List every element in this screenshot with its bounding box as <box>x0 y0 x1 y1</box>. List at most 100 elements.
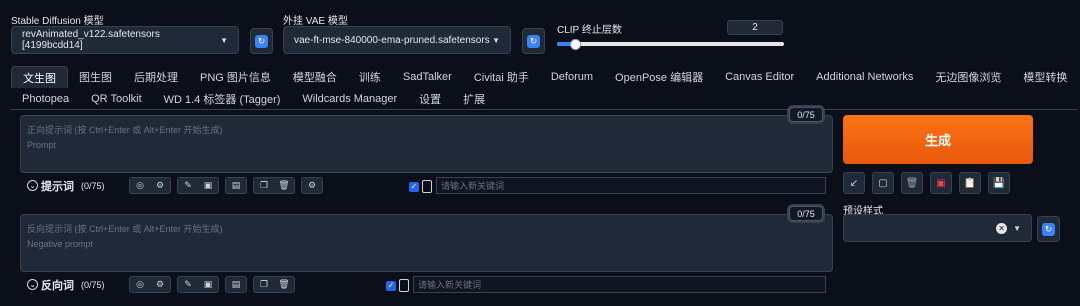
clip-slider-track[interactable] <box>557 42 784 46</box>
gear-icon[interactable]: ⚙ <box>302 178 322 193</box>
keyword-toggle-icon[interactable] <box>422 180 432 193</box>
clear-selection-icon[interactable]: ✕ <box>996 222 1008 234</box>
tab-tabs-row1-7[interactable]: Civitai 助手 <box>463 66 540 88</box>
trash-icon[interactable]: 🗑 <box>274 277 294 292</box>
tab-tabs-row1-13[interactable]: 模型转换 <box>1012 66 1078 88</box>
positive-chip-group-5: ⚙ <box>301 177 323 194</box>
positive-chip-group-1: ◎ ⚙ <box>129 177 171 194</box>
negative-section-count: (0/75) <box>81 279 105 290</box>
vae-label: 外挂 VAE 模型 <box>283 16 348 27</box>
sd-model-refresh-button[interactable]: ↻ <box>250 28 273 54</box>
tab-tabs-row1-11[interactable]: Additional Networks <box>805 66 924 88</box>
tab-tabs-row1-9[interactable]: OpenPose 编辑器 <box>604 66 714 88</box>
negative-chip-group-1: ◎ ⚙ <box>129 276 171 293</box>
copy-icon[interactable]: ❐ <box>254 178 274 193</box>
globe-icon[interactable]: ◎ <box>130 277 150 292</box>
refresh-icon: ↻ <box>1042 222 1055 236</box>
negative-chip-group-4: ❐ 🗑 <box>253 276 295 293</box>
trash-icon[interactable]: 🗑 <box>274 178 294 193</box>
positive-keyword-input[interactable]: 请输入新关键词 <box>436 177 826 194</box>
tab-tabs-row1-8[interactable]: Deforum <box>540 66 604 88</box>
tab-tabs-row2-0[interactable]: Photopea <box>11 88 80 110</box>
positive-section-header[interactable]: ⌄ 提示词 (0/75) <box>27 178 129 194</box>
negative-keyword-area: ✓ <box>386 279 409 292</box>
generate-button[interactable]: 生成 <box>843 115 1033 164</box>
sd-model-label: Stable Diffusion 模型 <box>11 16 104 27</box>
negative-prompt-textarea[interactable]: 反向提示词 (按 Ctrl+Enter 或 Alt+Enter 开始生成) Ne… <box>20 214 833 272</box>
refresh-icon: ↻ <box>527 34 540 48</box>
tool-buttons-row: ↙ ▢ 🗑 ▣ 📋 💾 <box>843 172 1010 194</box>
tab-divider <box>11 109 1077 110</box>
positive-chip-group-2: ✎ ▣ <box>177 177 219 194</box>
negative-chip-group-3: ▤ <box>225 276 247 293</box>
chevron-down-icon: ⌄ <box>27 180 38 191</box>
translate-icon[interactable]: ▤ <box>226 178 246 193</box>
arrow-icon[interactable]: ↙ <box>843 172 865 194</box>
tab-tabs-row1-10[interactable]: Canvas Editor <box>714 66 805 88</box>
trash-icon[interactable]: 🗑 <box>901 172 923 194</box>
negative-keyword-checkbox[interactable]: ✓ <box>386 280 396 291</box>
tab-tabs-row1-1[interactable]: 图生图 <box>68 66 123 88</box>
globe-icon[interactable]: ◎ <box>130 178 150 193</box>
sd-model-dropdown[interactable]: revAnimated_v122.safetensors [4199bcdd14… <box>11 26 239 54</box>
positive-chip-group-3: ▤ <box>225 177 247 194</box>
copy-icon[interactable]: ❐ <box>254 277 274 292</box>
positive-prompt-hint: 正向提示词 (按 Ctrl+Enter 或 Alt+Enter 开始生成) <box>27 125 223 135</box>
vae-refresh-button[interactable]: ↻ <box>522 28 545 54</box>
negative-section-header[interactable]: ⌄ 反向词 (0/75) <box>27 277 129 293</box>
clip-number-input[interactable]: 2 <box>727 20 783 35</box>
positive-keyword-checkbox[interactable]: ✓ <box>409 181 419 192</box>
save-icon[interactable]: 💾 <box>988 172 1010 194</box>
positive-prompt-textarea[interactable]: 正向提示词 (按 Ctrl+Enter 或 Alt+Enter 开始生成) Pr… <box>20 115 833 173</box>
negative-toolbar: ⌄ 反向词 (0/75) ◎ ⚙ ✎ ▣ ▤ ❐ 🗑 <box>27 276 301 293</box>
edit-doc-icon[interactable]: ✎ <box>178 178 198 193</box>
positive-prompt-placeholder: Prompt <box>27 140 57 150</box>
translate-icon[interactable]: ▤ <box>226 277 246 292</box>
positive-section-title: 提示词 <box>41 180 74 193</box>
negative-chip-group-2: ✎ ▣ <box>177 276 219 293</box>
negative-section-title: 反向词 <box>41 279 74 292</box>
gear-icon[interactable]: ⚙ <box>150 277 170 292</box>
tab-tabs-row1-0[interactable]: 文生图 <box>11 66 68 88</box>
styles-refresh-button[interactable]: ↻ <box>1037 216 1060 242</box>
clip-slider-thumb[interactable] <box>570 39 582 50</box>
styles-dropdown[interactable]: ✕ ▼ <box>843 214 1032 242</box>
negative-keyword-input[interactable]: 请输入新关键词 <box>413 276 826 293</box>
sd-model-value: revAnimated_v122.safetensors [4199bcdd14… <box>22 29 160 51</box>
tab-tabs-row1-6[interactable]: SadTalker <box>392 66 463 88</box>
positive-chip-group-4: ❐ 🗑 <box>253 177 295 194</box>
negative-prompt-placeholder: Negative prompt <box>27 239 94 249</box>
keyword-toggle-icon[interactable] <box>399 279 409 292</box>
positive-toolbar: ⌄ 提示词 (0/75) ◎ ⚙ ✎ ▣ ▤ ❐ 🗑 ⚙ <box>27 177 329 194</box>
edit-doc-icon[interactable]: ✎ <box>178 277 198 292</box>
style-card-icon[interactable]: ▣ <box>930 172 952 194</box>
chevron-down-icon: ▼ <box>492 35 500 45</box>
clear-icon[interactable]: ▢ <box>872 172 894 194</box>
tab-bar-row1: 文生图 图生图 后期处理 PNG 图片信息 模型融合 训练 SadTalker Civitai… <box>11 66 1077 88</box>
tab-tabs-row1-4[interactable]: 模型融合 <box>282 66 348 88</box>
gear-icon[interactable]: ⚙ <box>150 178 170 193</box>
tab-tabs-row1-2[interactable]: 后期处理 <box>123 66 189 88</box>
tab-tabs-row2-5[interactable]: 扩展 <box>452 88 496 110</box>
vae-dropdown[interactable]: vae-ft-mse-840000-ema-pruned.safetensors… <box>283 26 511 54</box>
bookmark-icon[interactable]: ▣ <box>198 277 218 292</box>
refresh-icon: ↻ <box>255 34 268 48</box>
tab-tabs-row2-2[interactable]: WD 1.4 标签器 (Tagger) <box>153 88 292 110</box>
tab-tabs-row2-1[interactable]: QR Toolkit <box>80 88 153 110</box>
clipboard-icon[interactable]: 📋 <box>959 172 981 194</box>
tab-tabs-row2-4[interactable]: 设置 <box>408 88 452 110</box>
chevron-down-icon: ⌄ <box>27 279 38 290</box>
positive-section-count: (0/75) <box>81 180 105 191</box>
positive-token-counter: 0/75 <box>789 107 823 122</box>
clip-label: CLIP 终止层数 <box>557 25 622 36</box>
tab-tabs-row1-5[interactable]: 训练 <box>348 66 392 88</box>
tab-bar-row2: Photopea QR Toolkit WD 1.4 标签器 (Tagger) Wil… <box>11 88 1077 110</box>
tab-tabs-row1-3[interactable]: PNG 图片信息 <box>189 66 282 88</box>
tab-tabs-row2-3[interactable]: Wildcards Manager <box>291 88 408 110</box>
bookmark-icon[interactable]: ▣ <box>198 178 218 193</box>
positive-keyword-area: ✓ <box>409 180 432 193</box>
tab-tabs-row1-12[interactable]: 无边图像浏览 <box>924 66 1012 88</box>
chevron-down-icon: ▼ <box>220 35 228 45</box>
negative-token-counter: 0/75 <box>789 206 823 221</box>
vae-value: vae-ft-mse-840000-ema-pruned.safetensors <box>294 34 490 46</box>
